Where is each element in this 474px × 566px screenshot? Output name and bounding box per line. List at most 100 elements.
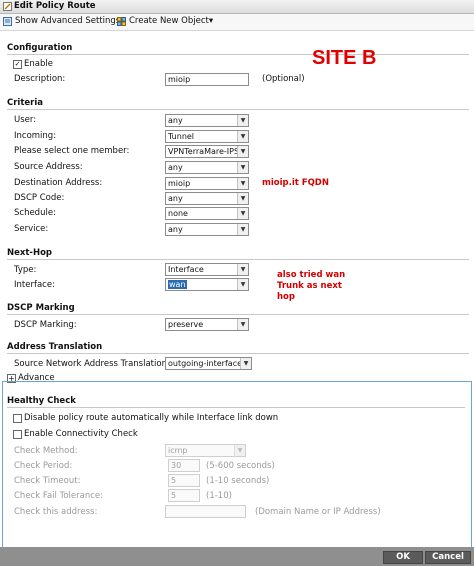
healthy-check-heading: Healthy Check <box>7 396 76 406</box>
chevron-down-icon: ▼ <box>237 208 248 219</box>
settings-list-icon <box>3 16 12 26</box>
enable-label: Enable <box>24 59 53 69</box>
chevron-down-icon: ▼ <box>237 146 248 157</box>
snat-select[interactable]: outgoing-interface ▼ <box>165 357 252 370</box>
enable-connectivity-check-checkbox[interactable] <box>13 430 22 439</box>
interface-select[interactable]: wan ▼ <box>165 278 249 291</box>
fqdn-annotation: mioip.it FQDN <box>262 178 329 188</box>
description-hint: (Optional) <box>262 74 305 84</box>
check-timeout-hint: (1-10 seconds) <box>206 476 270 486</box>
check-method-select[interactable]: icmp ▼ <box>165 444 246 457</box>
disable-policy-route-checkbox[interactable] <box>13 414 22 423</box>
show-advanced-settings-button[interactable]: Show Advanced Settings <box>3 16 120 26</box>
criteria-divider <box>7 109 469 110</box>
chevron-down-icon: ▼ <box>237 115 248 126</box>
user-value: any <box>168 116 183 125</box>
dscp-marking-select[interactable]: preserve ▼ <box>165 318 249 331</box>
chevron-down-icon: ▼ <box>237 319 248 330</box>
schedule-value: none <box>168 209 188 218</box>
member-value: VPNTerraMare-IPSe <box>168 147 244 156</box>
destination-address-value: mioip <box>168 179 191 188</box>
window-titlebar: Edit Policy Route <box>0 0 474 14</box>
nexthop-heading: Next-Hop <box>7 248 52 258</box>
configuration-divider <box>7 54 469 55</box>
address-translation-divider <box>7 353 469 354</box>
enable-connectivity-check-label: Enable Connectivity Check <box>24 429 138 439</box>
dscp-marking-value: preserve <box>168 320 204 329</box>
description-input[interactable]: mioip <box>165 73 249 86</box>
dscp-marking-label: DSCP Marking: <box>14 320 77 330</box>
check-fail-tolerance-input[interactable]: 5 <box>168 489 200 502</box>
dialog-footer: OK Cancel <box>0 547 474 566</box>
interface-label: Interface: <box>14 280 55 290</box>
show-advanced-label: Show Advanced Settings <box>15 16 121 26</box>
check-address-input[interactable] <box>165 505 246 518</box>
window-title: Edit Policy Route <box>14 1 96 11</box>
site-annotation: SITE B <box>312 47 377 69</box>
service-label: Service: <box>14 224 49 234</box>
chevron-down-icon: ▼ <box>234 445 245 456</box>
criteria-heading: Criteria <box>7 98 44 108</box>
check-period-input[interactable]: 30 <box>168 459 200 472</box>
chevron-down-icon: ▼ <box>237 264 248 275</box>
source-address-value: any <box>168 163 183 172</box>
incoming-select[interactable]: Tunnel ▼ <box>165 130 249 143</box>
enable-checkbox[interactable]: ✓ <box>13 60 22 69</box>
member-select[interactable]: VPNTerraMare-IPSe ▼ <box>165 145 249 158</box>
destination-address-select[interactable]: mioip ▼ <box>165 177 249 190</box>
interface-value: wan <box>168 280 187 289</box>
check-address-label: Check this address: <box>14 507 98 517</box>
chevron-down-icon: ▼ <box>237 162 248 173</box>
check-timeout-label: Check Timeout: <box>14 476 81 486</box>
dscp-code-select[interactable]: any ▼ <box>165 192 249 205</box>
user-label: User: <box>14 115 37 125</box>
healthy-check-divider <box>7 407 465 408</box>
check-method-value: icmp <box>168 446 188 455</box>
cancel-button[interactable]: Cancel <box>425 551 471 564</box>
wan-note-line-1: also tried wan <box>277 270 346 280</box>
ok-button[interactable]: OK <box>383 551 423 564</box>
schedule-select[interactable]: none ▼ <box>165 207 249 220</box>
disable-policy-route-label: Disable policy route automatically while… <box>24 413 279 423</box>
dscp-marking-heading: DSCP Marking <box>7 303 75 313</box>
check-timeout-input[interactable]: 5 <box>168 474 200 487</box>
destination-address-label: Destination Address: <box>14 178 103 188</box>
check-fail-tolerance-hint: (1-10) <box>206 491 232 501</box>
snat-value: outgoing-interface <box>168 359 243 368</box>
create-new-object-button[interactable]: Create New Object▾ <box>117 16 213 26</box>
check-period-hint: (5-600 seconds) <box>206 461 275 471</box>
chevron-down-icon: ▼ <box>237 178 248 189</box>
check-fail-tolerance-label: Check Fail Tolerance: <box>14 491 103 501</box>
service-select[interactable]: any ▼ <box>165 223 249 236</box>
edit-icon <box>3 2 12 11</box>
dscp-marking-divider <box>7 314 469 315</box>
toolbar: Show Advanced Settings Create New Object… <box>0 14 474 31</box>
check-period-label: Check Period: <box>14 461 73 471</box>
grid-icon <box>117 16 126 26</box>
member-label: Please select one member: <box>14 146 130 156</box>
incoming-label: Incoming: <box>14 131 57 141</box>
create-new-label: Create New Object▾ <box>129 16 214 26</box>
wan-trunk-annotation: also tried wan Trunk as next hop <box>277 270 345 303</box>
dscp-code-label: DSCP Code: <box>14 193 65 203</box>
chevron-down-icon: ▼ <box>240 358 251 369</box>
user-select[interactable]: any ▼ <box>165 114 249 127</box>
schedule-label: Schedule: <box>14 208 56 218</box>
type-value: Interface <box>168 265 204 274</box>
wan-note-line-2: Trunk as next <box>277 281 342 291</box>
check-address-hint: (Domain Name or IP Address) <box>255 507 381 517</box>
snat-label: Source Network Address Translation: <box>14 359 170 369</box>
service-value: any <box>168 225 183 234</box>
nexthop-divider <box>7 259 469 260</box>
chevron-down-icon: ▼ <box>237 193 248 204</box>
source-address-select[interactable]: any ▼ <box>165 161 249 174</box>
dscp-code-value: any <box>168 194 183 203</box>
incoming-value: Tunnel <box>168 132 195 141</box>
source-address-label: Source Address: <box>14 162 83 172</box>
configuration-heading: Configuration <box>7 43 73 53</box>
wan-note-line-3: hop <box>277 292 295 302</box>
type-label: Type: <box>14 265 37 275</box>
type-select[interactable]: Interface ▼ <box>165 263 249 276</box>
description-label: Description: <box>14 74 66 84</box>
chevron-down-icon: ▼ <box>237 279 248 290</box>
